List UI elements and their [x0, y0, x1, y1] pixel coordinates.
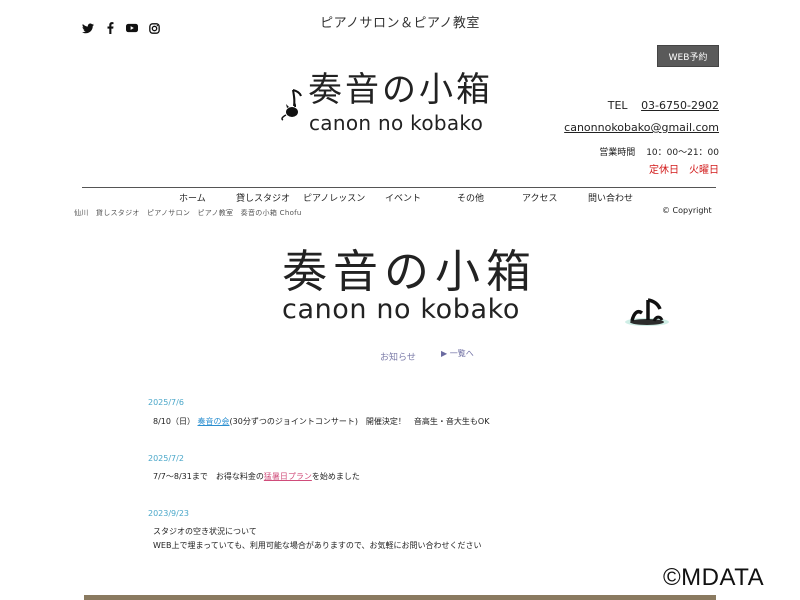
- main-nav: ホーム 貸しスタジオ ピアノレッスン イベント その他 アクセス 問い合わせ: [82, 191, 716, 205]
- header-logo-jp[interactable]: 奏音の小箱: [308, 73, 493, 107]
- hours-label: 営業時間: [599, 148, 636, 158]
- nav-item-access[interactable]: アクセス: [522, 191, 558, 204]
- breadcrumb: 仙川 貸しスタジオ ピアノサロン ピアノ教室 奏音の小箱 Chofu: [74, 209, 302, 217]
- nav-item-lesson[interactable]: ピアノレッスン: [303, 191, 365, 204]
- header-logo-en[interactable]: canon no kobako: [309, 113, 483, 133]
- news-section-title: お知らせ: [380, 353, 416, 363]
- news-date: 2025/7/2: [148, 454, 184, 463]
- hours-value: 10：00〜21：00: [646, 148, 719, 158]
- news-link[interactable]: 奏音の会: [198, 417, 230, 426]
- hero-logo-jp: 奏音の小箱: [282, 245, 538, 298]
- web-reserve-button[interactable]: WEB予約: [657, 45, 719, 67]
- site-subtitle: ピアノサロン＆ピアノ教室: [320, 16, 480, 31]
- news-text: を始めました: [311, 472, 360, 481]
- news-text: (30分ずつのジョイントコンサート) 開催決定！ 音高生・音大生もOK: [229, 417, 490, 426]
- nav-item-home[interactable]: ホーム: [179, 191, 206, 204]
- watermark: ©MDATA: [663, 564, 765, 591]
- news-item: 8/10（日） 奏音の会(30分ずつのジョイントコンサート) 開催決定！ 音高生…: [153, 415, 489, 429]
- closed-day: 定休日 火曜日: [649, 165, 719, 176]
- nav-item-contact[interactable]: 問い合わせ: [588, 191, 633, 204]
- tel-link[interactable]: 03-6750-2902: [641, 99, 719, 112]
- footer-image-edge: [84, 595, 716, 600]
- copyright: © Copyright: [662, 206, 712, 215]
- news-text: 7/7〜8/31まで お得な料金の: [153, 472, 264, 481]
- news-more-link[interactable]: ▶ 一覧へ: [441, 348, 474, 359]
- hero-logo-en: canon no kobako: [282, 294, 520, 325]
- tel-label: TEL: [607, 99, 628, 112]
- nav-item-studio[interactable]: 貸しスタジオ: [236, 191, 290, 204]
- news-text: スタジオの空き状況について: [153, 527, 257, 536]
- email-link[interactable]: canonnokobako@gmail.com: [564, 121, 719, 134]
- news-date: 2025/7/6: [148, 398, 184, 407]
- news-link[interactable]: 猛暑日プラン: [264, 472, 312, 481]
- news-item: 7/7〜8/31まで お得な料金の猛暑日プランを始めました: [153, 470, 360, 484]
- news-text: 8/10（日）: [153, 417, 195, 426]
- tel-line: TEL 03-6750-2902: [608, 99, 719, 112]
- note-hole-icon: [624, 298, 670, 332]
- business-hours: 営業時間 10：00〜21：00: [599, 145, 719, 158]
- nav-item-event[interactable]: イベント: [385, 191, 421, 204]
- news-date: 2023/9/23: [148, 509, 190, 518]
- email-line: canonnokobako@gmail.com: [564, 121, 719, 134]
- nav-divider: [82, 187, 716, 188]
- news-item: スタジオの空き状況について WEB上で埋まっていても、利用可能な場合がありますの…: [153, 525, 482, 553]
- news-text: WEB上で埋まっていても、利用可能な場合がありますので、お気軽にお問い合わせくだ…: [153, 541, 482, 550]
- cat-note-icon: [280, 88, 306, 126]
- nav-item-other[interactable]: その他: [457, 191, 484, 204]
